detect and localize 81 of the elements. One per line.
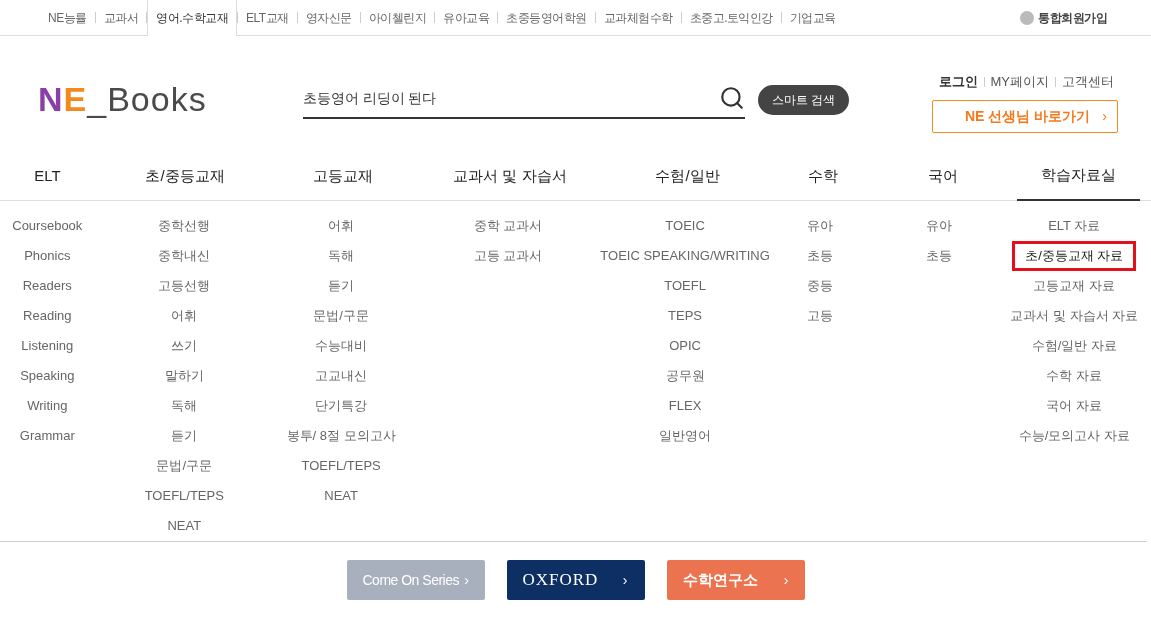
menu-item[interactable]: TOEFL (664, 271, 706, 301)
menu-item[interactable]: 고등교재 자료 (1033, 271, 1116, 301)
menu-item[interactable]: 단기특강 (315, 391, 368, 421)
top-nav-link[interactable]: 교과체험수학 (595, 0, 681, 36)
menu-item[interactable]: 문법/구문 (156, 451, 213, 481)
top-nav-link[interactable]: 영어.수학교재 (147, 0, 237, 36)
search-icon[interactable] (718, 85, 745, 111)
menu-item[interactable]: Grammar (19, 421, 75, 451)
menu-item[interactable]: 쓰기 (171, 331, 198, 361)
menu-item[interactable]: 고등선행 (158, 271, 211, 301)
search-field[interactable]: 초등영어 리딩이 된다 (302, 81, 745, 119)
menu-item[interactable]: 교과서 및 자습서 자료 (1010, 301, 1139, 331)
logo[interactable]: NE_Books (38, 82, 207, 116)
menu-item[interactable]: Readers (22, 271, 72, 301)
menu-item[interactable]: 중등 (806, 271, 833, 301)
menu-item[interactable]: Speaking (20, 361, 75, 391)
menu-category-tab[interactable]: 수험/일반 (655, 152, 720, 201)
menu-item[interactable]: 문법/구문 (313, 301, 369, 331)
menu-item[interactable]: 일반영어 (659, 421, 712, 451)
menu-item[interactable]: 유아 (926, 211, 953, 241)
menu-category-tab[interactable]: 초/중등교재 (145, 152, 225, 201)
menu-item[interactable]: NEAT (167, 511, 202, 541)
top-nav-link[interactable]: 영자신문 (297, 0, 360, 36)
menu-category-tab[interactable]: 학습자료실 (1016, 152, 1140, 201)
menu-item[interactable]: Listening (21, 331, 74, 361)
menu-item[interactable]: 봉투/ 8절 모의고사 (286, 421, 396, 451)
menu-item[interactable]: Phonics (24, 241, 71, 271)
menu-category-tab[interactable]: 고등교재 (312, 152, 373, 201)
menu-item[interactable]: 초/중등교재 자료 (1012, 241, 1137, 271)
menu-item[interactable]: 말하기 (164, 361, 204, 391)
menu-item[interactable]: Writing (27, 391, 68, 421)
menu-category-tab[interactable]: 교과서 및 자습서 (453, 152, 567, 201)
menu-item[interactable]: NEAT (324, 481, 358, 511)
top-nav-link[interactable]: 아이첼린지 (360, 0, 435, 36)
menu-item[interactable]: 수학 자료 (1046, 361, 1103, 391)
menu-item[interactable]: FLEX (668, 391, 702, 421)
menu-item[interactable]: 어휘 (328, 211, 355, 241)
menu-item[interactable]: 초등 (926, 241, 953, 271)
menu-item[interactable]: 수능/모의고사 자료 (1018, 421, 1130, 451)
account-link[interactable]: MY페이지 (990, 72, 1049, 92)
menu-item[interactable]: OPIC (669, 331, 701, 361)
menu-item[interactable]: 중학 교과서 (473, 211, 543, 241)
menu-item[interactable]: 중학선행 (158, 211, 211, 241)
menu-item[interactable]: 어휘 (171, 301, 198, 331)
menu-item[interactable]: TOEFL/TEPS (301, 451, 381, 481)
menu-item[interactable]: Reading (23, 301, 72, 331)
menu-category-tab[interactable]: ELT (34, 152, 61, 201)
menu-item[interactable]: 국어 자료 (1046, 391, 1103, 421)
menu-item[interactable]: 독해 (328, 241, 355, 271)
banner-button[interactable]: OXFORD › (506, 560, 645, 600)
menu-item[interactable]: TEPS (668, 301, 703, 331)
top-nav-link[interactable]: ELT교재 (238, 0, 297, 36)
menu-item[interactable]: 고등 (806, 301, 833, 331)
menu-item[interactable]: 듣기 (171, 421, 198, 451)
top-nav-link[interactable]: NE능률 (40, 0, 95, 36)
menu-item[interactable]: 듣기 (328, 271, 355, 301)
menu-category-tab[interactable]: 수학 (807, 152, 838, 201)
top-nav-link[interactable]: 기업교육 (782, 0, 844, 36)
menu-category-tab[interactable]: 국어 (927, 152, 958, 201)
menu-item[interactable]: 수험/일반 자료 (1031, 331, 1117, 361)
smart-search-button[interactable]: 스마트 검색 (757, 85, 849, 115)
menu-item[interactable]: Coursebook (12, 211, 83, 241)
account-link[interactable]: 고객센터 (1062, 72, 1114, 92)
menu-item[interactable]: 초등 (806, 241, 833, 271)
top-nav-link[interactable]: 초중고.토익인강 (681, 0, 781, 36)
signup-link[interactable]: 통합회원가입 (1038, 8, 1107, 27)
menu-item[interactable]: TOEFL/TEPS (144, 481, 224, 511)
top-nav-link[interactable]: 교과서 (95, 0, 147, 36)
menu-item[interactable]: 고교내신 (315, 361, 368, 391)
menu-item[interactable]: 수능대비 (315, 331, 368, 361)
menu-item[interactable]: TOEIC SPEAKING/WRITING (600, 241, 770, 271)
menu-item[interactable]: ELT 자료 (1048, 211, 1101, 241)
menu-item[interactable]: 독해 (171, 391, 198, 421)
menu-item[interactable]: 고등 교과서 (473, 241, 543, 271)
top-nav-link[interactable]: 초중등영어학원 (498, 0, 595, 36)
top-nav-link[interactable]: 유아교육 (435, 0, 498, 36)
menu-item[interactable]: 공무원 (665, 361, 705, 391)
menu-item[interactable]: TOEIC (665, 211, 705, 241)
menu-item[interactable]: 유아 (806, 211, 833, 241)
account-link[interactable]: 로그인 (938, 72, 978, 92)
menu-item[interactable]: 중학내신 (158, 241, 211, 271)
